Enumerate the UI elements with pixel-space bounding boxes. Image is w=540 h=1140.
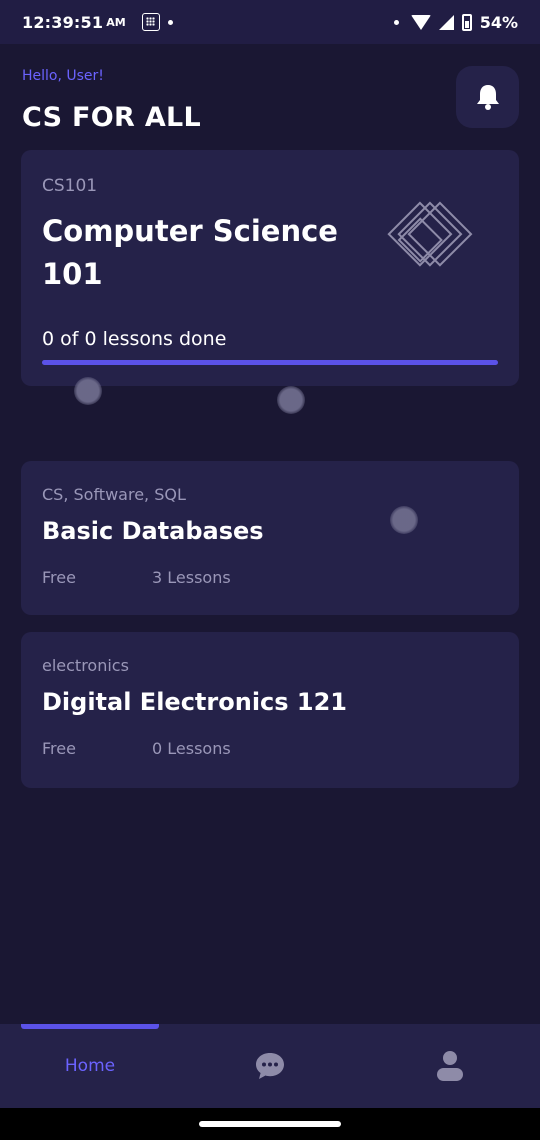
notifications-button[interactable] xyxy=(456,66,519,128)
course-title: Digital Electronics 121 xyxy=(42,688,348,716)
progress-text: 0 of 0 lessons done xyxy=(42,328,227,350)
course-code: CS101 xyxy=(42,176,98,196)
battery-percent: 54% xyxy=(479,12,518,32)
touch-indicator xyxy=(277,386,305,414)
progress-fill xyxy=(42,360,498,365)
status-bar: 12:39:51 AM 54% xyxy=(0,0,540,44)
chat-bubble-icon xyxy=(256,1053,284,1079)
signal-icon xyxy=(438,14,454,30)
course-card[interactable]: CS, Software, SQL Basic Databases Free 3… xyxy=(21,461,519,615)
status-ampm: AM xyxy=(106,15,126,29)
app-screen: 12:39:51 AM 54% Hello, User! CS FOR ALL … xyxy=(0,0,540,1140)
featured-course-card[interactable]: CS101 Computer Science 101 0 of 0 lesson… xyxy=(21,150,519,386)
nav-tab-chat[interactable] xyxy=(180,1024,360,1108)
bottom-nav: Home xyxy=(0,1024,540,1108)
bell-icon xyxy=(476,85,499,110)
course-price: Free xyxy=(42,739,76,758)
status-right: 54% xyxy=(386,13,518,32)
course-tags: electronics xyxy=(42,656,129,675)
wifi-icon xyxy=(410,14,431,30)
touch-indicator xyxy=(390,506,418,534)
featured-course-title: Computer Science 101 xyxy=(42,214,338,291)
notification-dot-icon xyxy=(393,19,399,25)
status-time: 12:39:51 xyxy=(22,12,104,32)
course-title: Basic Databases xyxy=(42,517,264,545)
nav-tab-home-label: Home xyxy=(64,1056,116,1076)
course-card[interactable]: electronics Digital Electronics 121 Free… xyxy=(21,632,519,788)
course-lesson-count: 0 Lessons xyxy=(152,739,231,758)
battery-charging-icon xyxy=(461,13,472,31)
system-navigation-bar xyxy=(0,1108,540,1140)
app-grid-icon xyxy=(141,13,160,31)
course-tags: CS, Software, SQL xyxy=(42,485,186,504)
progress-bar xyxy=(42,360,498,365)
nav-tab-profile[interactable] xyxy=(360,1024,540,1108)
course-lesson-count: 3 Lessons xyxy=(152,568,231,587)
notification-dot-icon xyxy=(167,19,173,25)
page-title: CS FOR ALL xyxy=(22,102,202,133)
home-gesture-pill[interactable] xyxy=(199,1121,341,1127)
touch-indicator xyxy=(74,377,102,405)
greeting-text: Hello, User! xyxy=(22,68,104,84)
course-price: Free xyxy=(42,568,76,587)
nav-tab-home[interactable]: Home xyxy=(0,1024,180,1108)
diamond-stack-icon xyxy=(387,201,473,267)
user-icon xyxy=(437,1051,463,1081)
